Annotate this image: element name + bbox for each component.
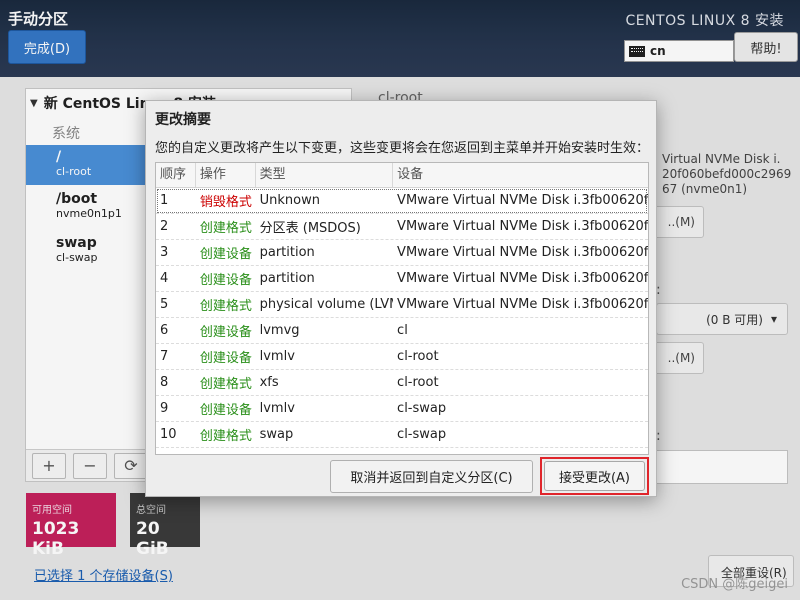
cancel-return-button[interactable]: 取消并返回到自定义分区(C) bbox=[330, 460, 533, 493]
column-header-order[interactable]: 顺序 bbox=[156, 163, 196, 187]
row-type: swap bbox=[259, 427, 294, 442]
row-device: cl-swap bbox=[397, 427, 447, 442]
column-header-type[interactable]: 类型 bbox=[256, 163, 394, 187]
row-action: 创建设备 bbox=[199, 247, 252, 262]
row-device: VMware Virtual NVMe Disk i.3fb00620f060 bbox=[397, 219, 648, 234]
row-order: 2 bbox=[160, 219, 169, 234]
row-action: 创建设备 bbox=[199, 403, 252, 418]
row-device: VMware Virtual NVMe Disk i.3fb00620f060 bbox=[397, 245, 648, 260]
row-action: 创建格式 bbox=[199, 299, 252, 314]
dialog-description: 您的自定义更改将产生以下变更，这些变更将会在您返回到主菜单并开始安装时生效： bbox=[155, 141, 650, 156]
row-order: 8 bbox=[160, 375, 169, 390]
table-header: 顺序 操作 类型 设备 bbox=[156, 163, 648, 188]
table-row[interactable]: 9 创建设备 lvmlv cl-swap bbox=[156, 396, 648, 422]
table-body: 1 销毁格式 Unknown VMware Virtual NVMe Disk i.3… bbox=[156, 188, 648, 448]
row-order: 9 bbox=[160, 401, 169, 416]
row-device: VMware Virtual NVMe Disk i.3fb00620f060 bbox=[397, 271, 648, 286]
row-type: partition bbox=[259, 245, 315, 260]
table-row[interactable]: 6 创建设备 lvmvg cl bbox=[156, 318, 648, 344]
row-order: 6 bbox=[160, 323, 169, 338]
row-type: Unknown bbox=[259, 193, 320, 208]
row-action: 创建设备 bbox=[199, 273, 252, 288]
row-action: 创建格式 bbox=[199, 429, 252, 444]
dialog-title: 更改摘要 bbox=[155, 112, 211, 128]
row-order: 7 bbox=[160, 349, 169, 364]
row-device: cl bbox=[397, 323, 408, 338]
row-order: 10 bbox=[160, 427, 177, 442]
table-row[interactable]: 4 创建设备 partition VMware Virtual NVMe Disk i… bbox=[156, 266, 648, 292]
row-action: 销毁格式 bbox=[199, 195, 252, 210]
column-header-action[interactable]: 操作 bbox=[196, 163, 256, 187]
row-type: partition bbox=[259, 271, 315, 286]
row-device: VMware Virtual NVMe Disk i.3fb00620f060 bbox=[397, 193, 648, 208]
table-row[interactable]: 2 创建格式 分区表 (MSDOS) VMware Virtual NVMe Disk… bbox=[156, 214, 648, 240]
row-action: 创建格式 bbox=[199, 221, 252, 236]
row-order: 4 bbox=[160, 271, 169, 286]
row-type: lvmvg bbox=[259, 323, 300, 338]
row-device: VMware Virtual NVMe Disk i.3fb00620f060 bbox=[397, 297, 648, 312]
table-row[interactable]: 1 销毁格式 Unknown VMware Virtual NVMe Disk i.3… bbox=[156, 188, 648, 214]
changes-table[interactable]: 顺序 操作 类型 设备 1 销毁格式 Unknown VMware Virtual N… bbox=[155, 162, 649, 455]
summary-of-changes-dialog: 更改摘要 您的自定义更改将产生以下变更，这些变更将会在您返回到主菜单并开始安装时… bbox=[145, 100, 657, 497]
row-type: lvmlv bbox=[259, 401, 295, 416]
row-order: 1 bbox=[160, 193, 169, 208]
row-action: 创建格式 bbox=[199, 377, 252, 392]
row-action: 创建设备 bbox=[199, 325, 252, 340]
row-type: lvmlv bbox=[259, 349, 295, 364]
row-device: cl-root bbox=[397, 349, 439, 364]
row-device: cl-root bbox=[397, 375, 439, 390]
row-order: 3 bbox=[160, 245, 169, 260]
table-row[interactable]: 3 创建设备 partition VMware Virtual NVMe Disk i… bbox=[156, 240, 648, 266]
row-action: 创建设备 bbox=[199, 351, 252, 366]
row-type: xfs bbox=[259, 375, 279, 390]
row-device: cl-swap bbox=[397, 401, 447, 416]
row-order: 5 bbox=[160, 297, 169, 312]
table-row[interactable]: 10 创建格式 swap cl-swap bbox=[156, 422, 648, 448]
accept-changes-button[interactable]: 接受更改(A) bbox=[544, 461, 645, 491]
row-type: 分区表 (MSDOS) bbox=[259, 221, 361, 236]
table-row[interactable]: 5 创建格式 physical volume (LVM) VMware Virtual… bbox=[156, 292, 648, 318]
accept-highlight-frame: 接受更改(A) bbox=[540, 457, 649, 495]
column-header-device[interactable]: 设备 bbox=[393, 163, 648, 187]
table-row[interactable]: 8 创建格式 xfs cl-root bbox=[156, 370, 648, 396]
table-row[interactable]: 7 创建设备 lvmlv cl-root bbox=[156, 344, 648, 370]
row-type: physical volume (LVM) bbox=[259, 297, 394, 312]
